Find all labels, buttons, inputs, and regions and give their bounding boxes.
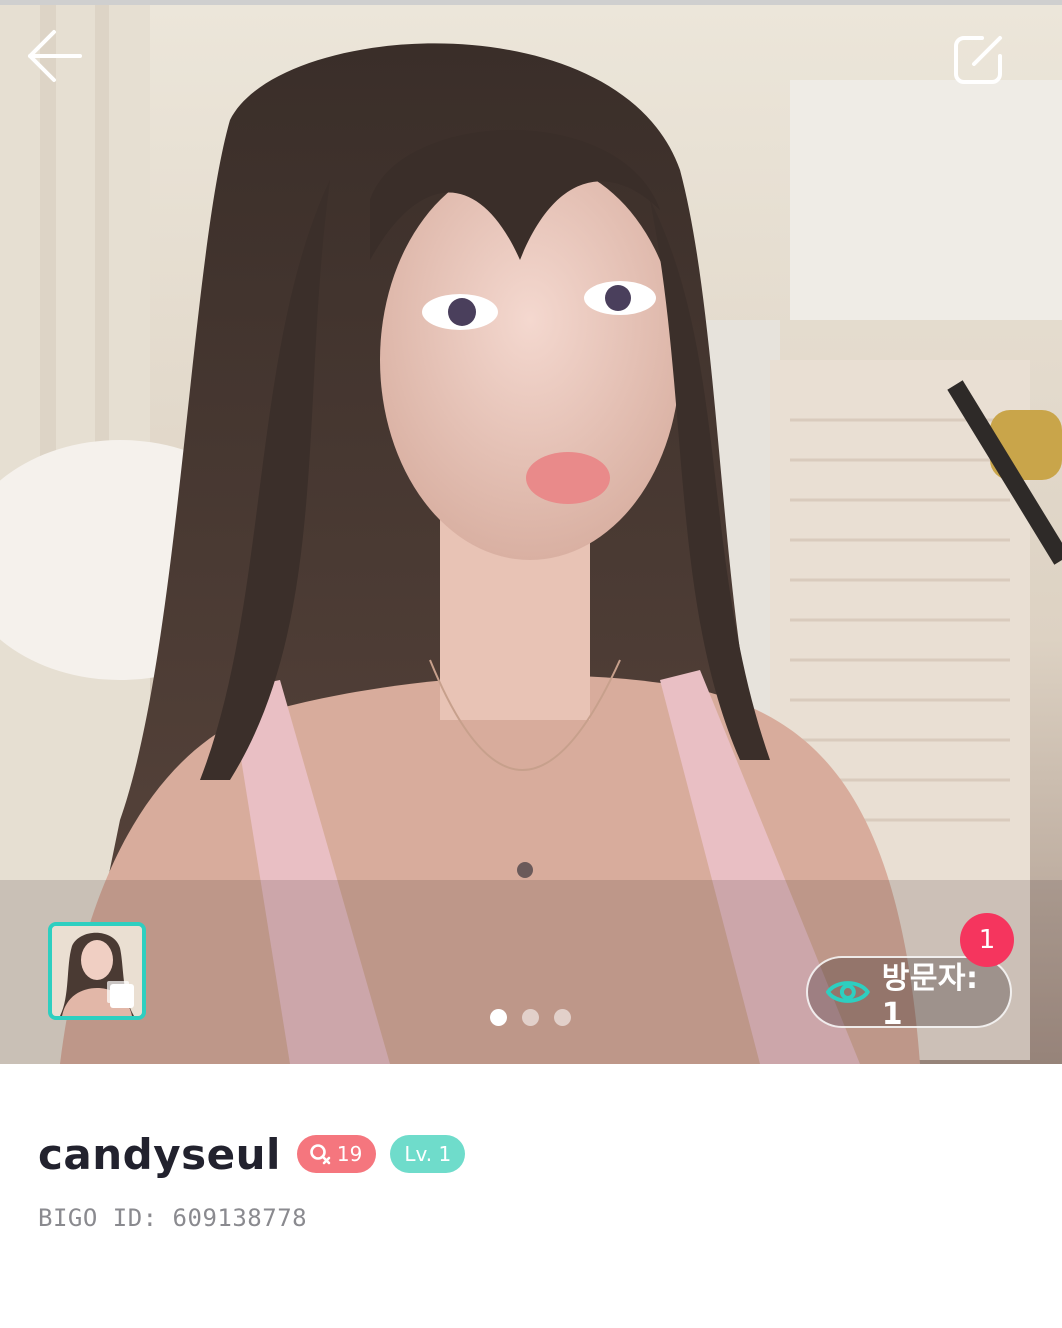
profile-photo-image — [0, 0, 1062, 1064]
visitors-button[interactable]: 방문자: 1 — [806, 956, 1012, 1032]
gender-age-badge: 19 — [296, 1135, 377, 1173]
pagination-dot-active[interactable] — [490, 1009, 507, 1026]
profile-name-row: candyseul 19 Lv. 1 — [38, 1126, 466, 1182]
arrow-left-icon — [28, 30, 82, 82]
back-button[interactable] — [22, 24, 86, 88]
level-badge: Lv. 1 — [390, 1135, 466, 1173]
new-visitors-badge: 1 — [960, 913, 1014, 967]
bigo-id: BIGO ID: 609138778 — [38, 1204, 308, 1232]
pagination-dot[interactable] — [554, 1009, 571, 1026]
profile-page: 방문자: 1 1 candyseul 19 Lv. 1 BIGO ID: 609… — [0, 0, 1062, 1328]
multi-photo-icon — [110, 984, 134, 1008]
pagination-dot[interactable] — [522, 1009, 539, 1026]
female-icon — [310, 1144, 331, 1165]
eye-icon — [826, 981, 870, 1003]
gallery-pagination — [490, 1009, 571, 1026]
photo-thumbnail[interactable] — [48, 922, 146, 1020]
edit-square-icon — [954, 36, 1002, 84]
status-divider — [0, 0, 1062, 5]
age-text: 19 — [336, 1142, 363, 1166]
edit-profile-button[interactable] — [946, 28, 1010, 92]
profile-photo[interactable] — [0, 0, 1062, 1064]
username: candyseul — [38, 1129, 281, 1179]
